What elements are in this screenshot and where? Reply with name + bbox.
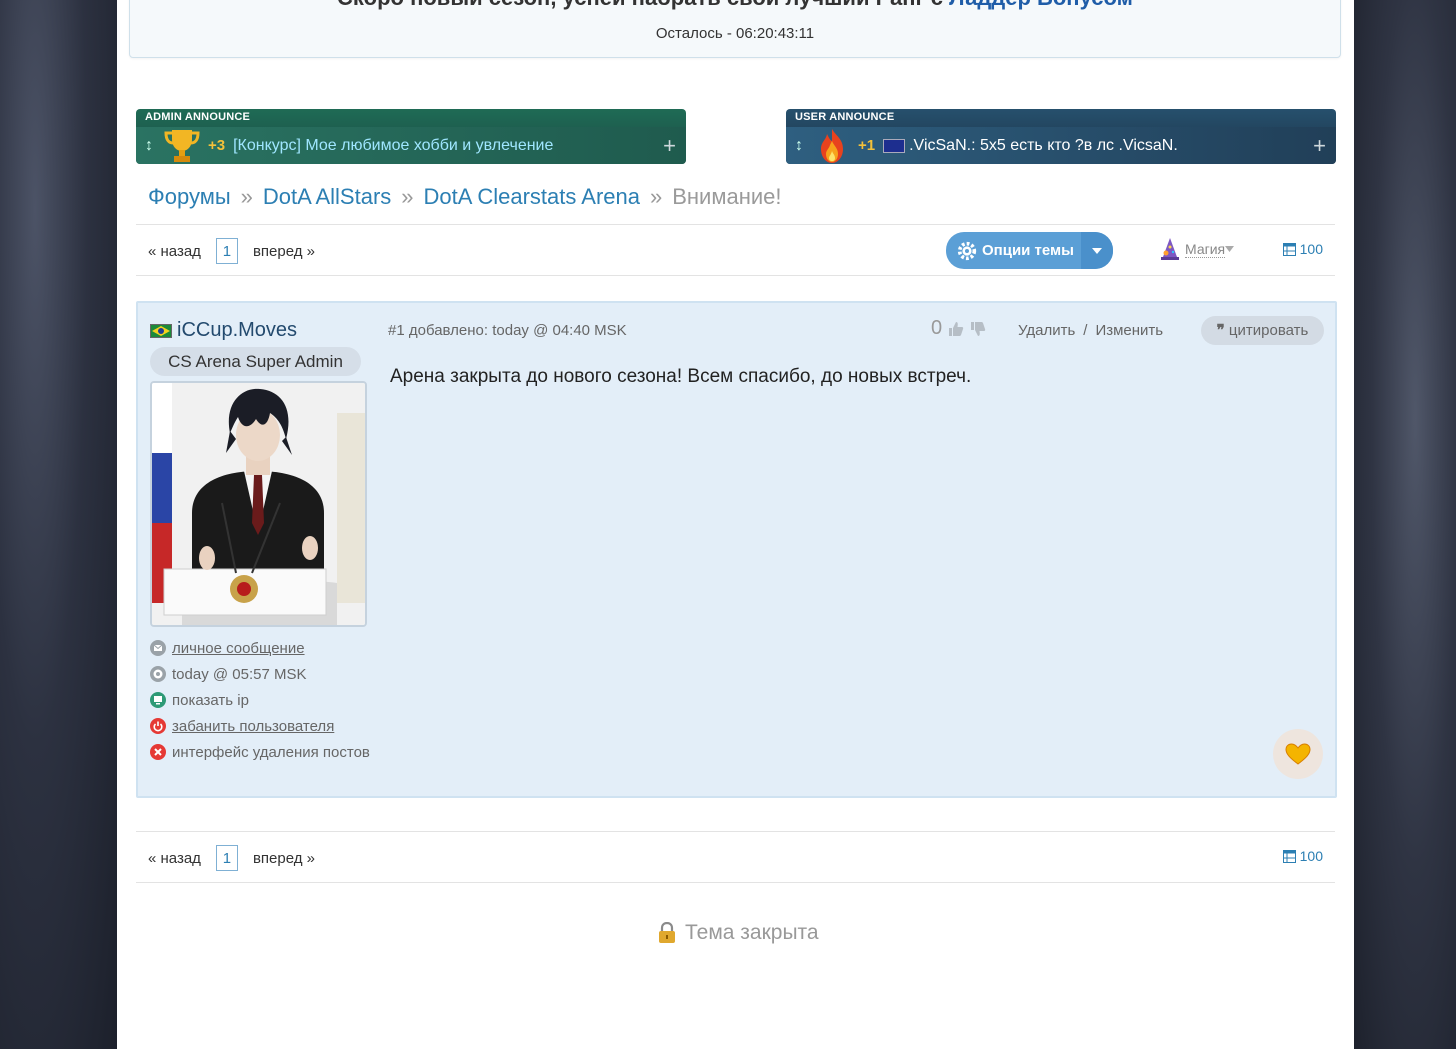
last-seen-row: today @ 05:57 MSK	[150, 661, 370, 687]
monitor-icon	[150, 692, 166, 708]
country-flag-icon	[150, 323, 172, 338]
page-number[interactable]: 1	[215, 238, 238, 264]
topic-options-label: Опции темы	[982, 242, 1074, 259]
quote-icon: ❞	[1216, 322, 1225, 339]
breadcrumb-dota-allstars[interactable]: DotA AllStars	[263, 184, 391, 209]
posts-per-page-count: 100	[1299, 848, 1323, 864]
author-links: личное сообщение today @ 05:57 MSK показ…	[150, 635, 370, 765]
chevron-down-icon[interactable]	[1081, 232, 1113, 269]
prev-page-link[interactable]: « назад	[148, 850, 201, 867]
delete-post-link[interactable]: Удалить	[1018, 322, 1075, 339]
post-body: Арена закрыта до нового сезона! Всем спа…	[390, 366, 972, 387]
last-seen-text: today @ 05:57 MSK	[172, 665, 307, 683]
admin-announce-row[interactable]: ↕ +3 [Конкурс] Мое любимое хобби и увлеч…	[136, 127, 686, 164]
fire-icon	[812, 127, 852, 164]
user-announce-text[interactable]: .VicSaN.: 5x5 есть кто ?в лс .VicsaN.	[909, 137, 1178, 155]
breadcrumb: Форумы » DotA AllStars » DotA Clearstats Are…	[148, 184, 782, 210]
user-announce-row[interactable]: ↕ +1 .VicSaN.: 5x5 есть кто ?в лс .Vicsa…	[786, 127, 1336, 164]
heart-icon	[1285, 743, 1311, 765]
close-icon	[150, 744, 166, 760]
magic-dropdown[interactable]: Магия	[1158, 237, 1235, 261]
sort-arrows-icon[interactable]: ↕	[136, 137, 162, 155]
background-right	[1354, 0, 1456, 1049]
wizard-hat-icon	[1161, 238, 1179, 260]
admin-announce-expand-icon[interactable]: +	[663, 133, 676, 159]
ladder-bonus-link[interactable]: Ладдер Бонусом	[949, 0, 1133, 10]
pagination: « назад 1 вперед »	[148, 238, 315, 264]
lock-icon	[659, 922, 675, 943]
background-left	[0, 0, 117, 1049]
post-meta: #1 добавлено: today @ 04:40 MSK	[388, 322, 627, 339]
pager-bar-bottom: « назад 1 вперед » 100	[136, 831, 1335, 883]
show-ip-link[interactable]: показать ip	[172, 692, 249, 709]
vote-count: 0	[931, 317, 943, 339]
table-icon	[1282, 242, 1296, 256]
envelope-icon	[150, 640, 166, 656]
next-page-link[interactable]: вперед »	[253, 243, 315, 260]
admin-announce-label: ADMIN ANNOUNCE	[145, 111, 251, 123]
edit-post-link[interactable]: Изменить	[1095, 322, 1163, 339]
breadcrumb-current: Внимание!	[672, 184, 782, 209]
prev-page-link[interactable]: « назад	[148, 243, 201, 260]
posts-per-page[interactable]: 100	[1282, 848, 1323, 864]
breadcrumb-separator: »	[240, 184, 253, 209]
topic-closed-label: Тема закрыта	[685, 921, 819, 944]
banner-title-text: Скоро новый сезон, успей набрать свой лу…	[337, 0, 949, 10]
next-page-link[interactable]: вперед »	[253, 850, 315, 867]
author-rank: CS Arena Super Admin	[150, 347, 361, 376]
post-actions: Удалить / Изменить	[1018, 322, 1163, 339]
season-timer: Осталось - 06:20:43:11	[655, 25, 815, 42]
season-banner: Скоро новый сезон, успей набрать свой лу…	[129, 0, 1341, 58]
post-votes: 0	[931, 317, 986, 340]
post-author[interactable]: iCCup.Moves	[150, 319, 297, 342]
admin-announce-text[interactable]: [Конкурс] Мое любимое хобби и увлечение	[233, 137, 553, 155]
posts-per-page[interactable]: 100	[1282, 241, 1323, 257]
ban-user-row[interactable]: забанить пользователя	[150, 713, 370, 739]
sort-arrows-icon[interactable]: ↕	[786, 137, 812, 155]
page-number[interactable]: 1	[215, 845, 238, 871]
pm-link[interactable]: личное сообщение	[172, 640, 305, 657]
user-announce-label: USER ANNOUNCE	[795, 111, 895, 123]
topic-closed-notice: Тема закрыта	[657, 921, 819, 945]
admin-announce-score: +3	[208, 137, 226, 154]
clock-icon	[150, 666, 166, 682]
breadcrumb-clearstats-arena[interactable]: DotA Clearstats Arena	[424, 184, 640, 209]
actions-separator: /	[1083, 322, 1088, 339]
breadcrumb-separator: »	[649, 184, 663, 209]
author-name[interactable]: iCCup.Moves	[177, 319, 297, 342]
pagination: « назад 1 вперед »	[148, 845, 315, 871]
posts-per-page-count: 100	[1299, 241, 1323, 257]
chevron-down-icon	[1225, 246, 1235, 252]
ban-user-link[interactable]: забанить пользователя	[172, 718, 334, 735]
magic-label: Магия	[1185, 240, 1226, 258]
like-button[interactable]	[1273, 729, 1323, 779]
page-container: Скоро новый сезон, успей набрать свой лу…	[117, 0, 1354, 1049]
eu-flag-icon	[883, 138, 906, 153]
forum-post: iCCup.Moves CS Arena Super Admin личное …	[136, 301, 1337, 798]
breadcrumb-separator: »	[401, 184, 414, 209]
avatar	[150, 381, 367, 627]
user-announce: USER ANNOUNCE ↕ +1 .VicSaN.: 5x5 есть кт…	[786, 109, 1336, 164]
user-announce-score: +1	[858, 137, 876, 154]
delete-posts-link[interactable]: интерфейс удаления постов	[172, 744, 370, 761]
power-icon	[150, 718, 166, 734]
show-ip-row[interactable]: показать ip	[150, 687, 370, 713]
table-icon	[1282, 849, 1296, 863]
trophy-icon	[162, 127, 202, 164]
thumbs-down-icon[interactable]	[970, 321, 986, 337]
quote-label: цитировать	[1228, 322, 1309, 339]
pm-link-row[interactable]: личное сообщение	[150, 635, 370, 661]
admin-announce: ADMIN ANNOUNCE ↕ +3 [Конкурс] Мое любимо…	[136, 109, 686, 164]
user-announce-expand-icon[interactable]: +	[1313, 133, 1326, 159]
pager-bar-top: « назад 1 вперед » Опции темы Магия 100	[136, 224, 1335, 276]
banner-title: Скоро новый сезон, успей набрать свой лу…	[130, 0, 1340, 11]
breadcrumb-forums[interactable]: Форумы	[148, 184, 231, 209]
delete-posts-row[interactable]: интерфейс удаления постов	[150, 739, 370, 765]
quote-button[interactable]: ❞ цитировать	[1201, 316, 1324, 345]
topic-options-button[interactable]: Опции темы	[946, 232, 1113, 269]
thumbs-up-icon[interactable]	[948, 321, 964, 337]
gear-icon	[957, 241, 977, 260]
